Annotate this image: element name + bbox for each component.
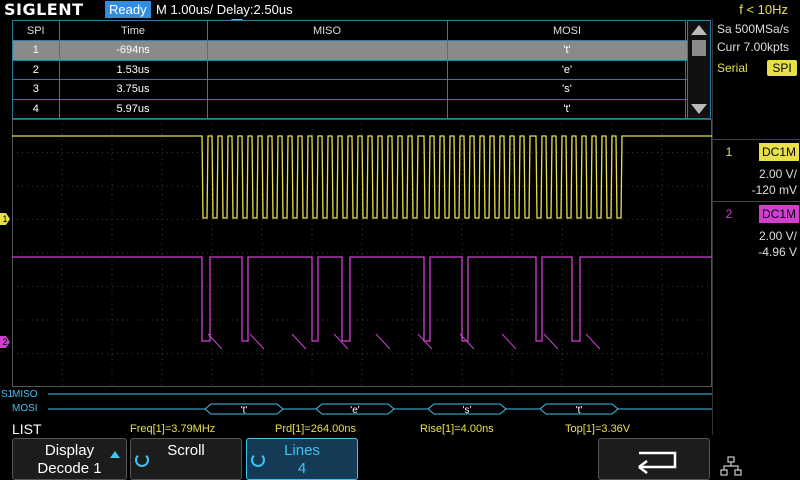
- channel-1-coupling: DC1M: [759, 143, 799, 161]
- mosi-packet-label: 't': [241, 405, 248, 416]
- col-header-miso: MISO: [207, 21, 448, 41]
- scroll-down-icon[interactable]: [691, 104, 707, 114]
- channel-2-panel[interactable]: 2 DC1M 2.00 V/ -4.96 V: [713, 201, 800, 261]
- timebase-readout: M 1.00us/ Delay:2.50us: [156, 2, 293, 17]
- knob-icon: [135, 453, 149, 467]
- channel-2-ground-marker[interactable]: 2: [0, 336, 10, 348]
- sample-rate-readout: Sa 500MSa/s: [717, 22, 790, 36]
- row-miso: [207, 60, 448, 80]
- measure-top: Top[1]=3.36V: [565, 423, 631, 435]
- table-row[interactable]: 4 5.97us 't': [13, 99, 688, 119]
- arrow-up-icon: [110, 451, 120, 458]
- row-miso: [207, 40, 448, 61]
- serial-label: Serial: [717, 61, 748, 75]
- back-softkey[interactable]: [598, 438, 710, 480]
- channel-2-offset: -4.96 V: [758, 245, 797, 259]
- memory-depth-readout: Curr 7.00kpts: [717, 40, 790, 54]
- row-miso: [207, 79, 448, 100]
- channel-1-vdiv: 2.00 V/: [758, 167, 797, 181]
- col-header-time: Time: [59, 21, 208, 41]
- acquisition-status-badge: Ready: [105, 1, 151, 18]
- table-scrollbar[interactable]: [687, 20, 711, 119]
- row-mosi: 't': [447, 40, 688, 61]
- row-time: 5.97us: [59, 99, 208, 119]
- channel-1-offset: -120 mV: [751, 183, 797, 197]
- decode-label: Decode 1: [37, 460, 102, 477]
- measure-freq: Freq[1]=3.79MHz: [130, 423, 216, 435]
- channel-1-panel[interactable]: 1 DC1M 2.00 V/ -120 mV: [713, 139, 800, 199]
- mosi-packet-label: 'e': [350, 405, 359, 416]
- table-row[interactable]: 2 1.53us 'e': [13, 60, 688, 80]
- col-header-spi: SPI: [13, 21, 60, 41]
- scroll-up-icon[interactable]: [691, 25, 707, 35]
- channel-2-coupling: DC1M: [759, 205, 799, 223]
- channel-2-vdiv: 2.00 V/: [758, 229, 797, 243]
- knob-icon: [251, 453, 265, 467]
- table-row[interactable]: 3 3.75us 's': [13, 79, 688, 100]
- mosi-packet-label: 's': [463, 405, 472, 416]
- row-time: -694ns: [59, 40, 208, 61]
- scroll-thumb[interactable]: [692, 40, 706, 56]
- list-mode-label: LIST: [12, 421, 42, 437]
- network-icon: [720, 456, 742, 476]
- row-mosi: 's': [447, 79, 688, 100]
- table-row[interactable]: 1 -694ns 't': [13, 40, 688, 61]
- row-index: 2: [13, 60, 60, 80]
- row-time: 3.75us: [59, 79, 208, 100]
- decode-list-table: SPI Time MISO MOSI 1 -694ns 't' 2 1.53us…: [12, 20, 688, 119]
- trigger-frequency-readout: f < 10Hz: [739, 2, 788, 17]
- row-time: 1.53us: [59, 60, 208, 80]
- return-arrow-icon: [638, 451, 677, 474]
- col-header-mosi: MOSI: [447, 21, 688, 41]
- measure-period: Prd[1]=264.00ns: [275, 423, 357, 435]
- decode-bus-trace: 't' 'e' 's' 't': [48, 393, 712, 416]
- info-side-panel: Sa 500MSa/s Curr 7.00kpts Serial SPI 1 D…: [712, 19, 800, 435]
- display-decode-softkey[interactable]: Display Decode 1: [12, 438, 127, 480]
- row-mosi: 'e': [447, 60, 688, 80]
- mosi-packet-label: 't': [576, 405, 583, 416]
- row-index: 1: [13, 40, 60, 61]
- measure-rise: Rise[1]=4.00ns: [420, 423, 494, 435]
- channel-2-number: 2: [725, 207, 733, 221]
- channel-1-number: 1: [725, 145, 733, 159]
- scroll-softkey[interactable]: Scroll: [130, 438, 242, 480]
- row-index: 3: [13, 79, 60, 100]
- row-mosi: 't': [447, 99, 688, 119]
- lines-softkey[interactable]: Lines 4: [246, 438, 358, 480]
- brand-logo: SIGLENT: [4, 0, 84, 19]
- row-miso: [207, 99, 448, 119]
- serial-protocol-badge[interactable]: SPI: [767, 60, 797, 76]
- channel-1-ground-marker[interactable]: 1: [0, 213, 10, 225]
- row-index: 4: [13, 99, 60, 119]
- waveform-display[interactable]: [12, 119, 712, 387]
